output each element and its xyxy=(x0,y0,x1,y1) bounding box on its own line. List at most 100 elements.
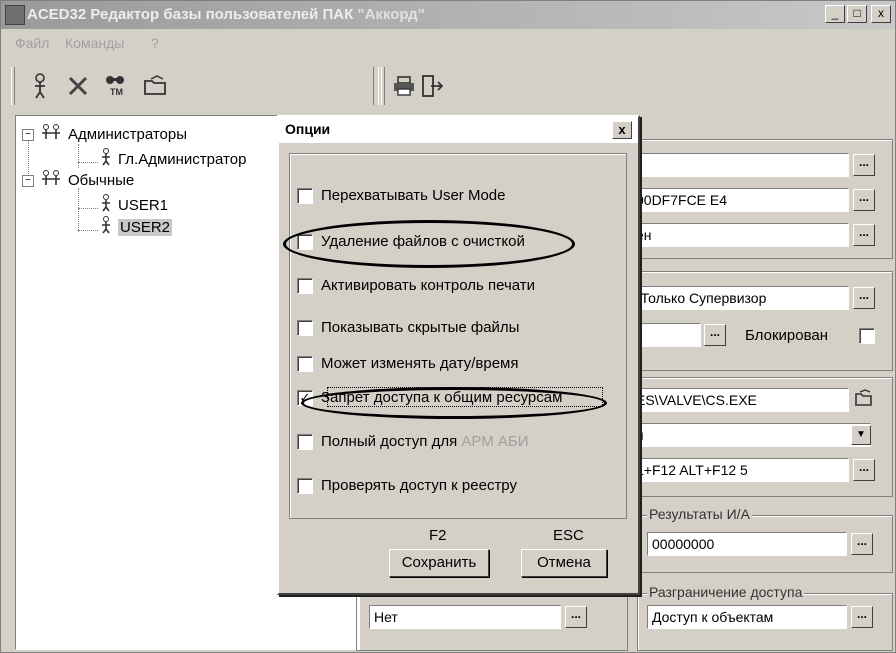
tree-connector xyxy=(78,144,79,168)
field-results[interactable]: 00000000 xyxy=(647,532,847,556)
options-dialog: Опции x Перехватывать User Mode Удаление… xyxy=(277,115,640,595)
options-group xyxy=(289,153,627,519)
field-hotkeys[interactable]: L+F12 ALT+F12 5 xyxy=(631,458,849,482)
option-print-control[interactable]: Активировать контроль печати xyxy=(297,277,535,294)
option-checkbox[interactable] xyxy=(297,355,313,372)
toolbar: TM xyxy=(11,61,895,111)
results-browse-button[interactable]: ... xyxy=(851,533,873,555)
option-label: Активировать контроль печати xyxy=(321,277,536,294)
collapse-icon[interactable]: − xyxy=(22,128,34,141)
title-bar[interactable]: ACED32 Редактор базы пользователей ПАК "… xyxy=(1,1,895,29)
user-icon xyxy=(100,216,112,239)
user-name-browse-button[interactable]: ... xyxy=(853,154,875,176)
main-window: ACED32 Редактор базы пользователей ПАК "… xyxy=(0,0,896,653)
field-supervisor[interactable]: -Только Супервизор xyxy=(631,286,849,310)
title-prefix: ACED32 Редактор базы пользователей ПАК xyxy=(27,6,358,23)
option-label: Удаление файлов с очисткой xyxy=(321,233,525,250)
tree-connector xyxy=(78,162,98,163)
menu-help[interactable]: ? xyxy=(151,35,159,51)
menu-file[interactable]: Файл xyxy=(15,35,49,51)
tree-connector xyxy=(78,230,98,231)
hotkeys-browse-button[interactable]: ... xyxy=(853,459,875,481)
field-bottom-left[interactable]: Нет xyxy=(369,605,561,629)
supervisor-browse-button[interactable]: ... xyxy=(853,287,875,309)
group-icon xyxy=(40,170,62,191)
field-shell-path[interactable]: ES\VALVE\CS.EXE xyxy=(631,388,849,412)
option-full-access-arm[interactable]: Полный доступ для АРМ АБИ xyxy=(297,433,529,450)
option-checkbox[interactable] xyxy=(297,233,313,250)
exit-icon[interactable] xyxy=(415,69,449,103)
app-icon xyxy=(5,5,25,25)
toolbar-grip xyxy=(11,67,15,105)
save-button[interactable]: Сохранить xyxy=(389,549,489,577)
option-checkbox-checked[interactable]: ✓ xyxy=(297,389,313,406)
option-checkbox[interactable] xyxy=(297,319,313,336)
blocked-checkbox[interactable] xyxy=(859,328,875,344)
field-schedule[interactable] xyxy=(631,323,701,347)
open-folder-icon[interactable] xyxy=(139,69,173,103)
option-label: Запрет доступа к общим ресурсам xyxy=(321,389,563,406)
option-label: Полный доступ для АРМ АБИ xyxy=(321,433,529,450)
cancel-button[interactable]: Отмена xyxy=(521,549,607,577)
toolbar-grip-2 xyxy=(381,67,385,105)
identifier-browse-button[interactable]: ... xyxy=(853,189,875,211)
group-icon xyxy=(40,124,62,145)
option-checkbox[interactable] xyxy=(297,477,313,494)
window-title: ACED32 Редактор базы пользователей ПАК "… xyxy=(27,6,425,23)
field-identifier[interactable]: 00DF7FCE E4 xyxy=(631,188,849,212)
option-show-hidden-files[interactable]: Показывать скрытые файлы xyxy=(297,319,519,336)
find-icon[interactable]: TM xyxy=(99,69,133,103)
find-icon-tm: TM xyxy=(110,87,123,97)
dialog-close-button[interactable]: x xyxy=(612,121,632,139)
dialog-title-bar[interactable]: Опции x xyxy=(279,117,638,143)
tree-item-label: Обычные xyxy=(68,172,135,189)
option-checkbox[interactable] xyxy=(297,187,313,204)
dialog-title: Опции xyxy=(285,121,331,137)
open-folder-icon[interactable] xyxy=(853,389,875,411)
option-label-dim: АРМ АБИ xyxy=(461,433,529,450)
add-user-icon[interactable] xyxy=(23,69,57,103)
tree-item-label: USER2 xyxy=(118,219,173,236)
close-button[interactable]: x xyxy=(871,5,891,23)
field-access-control[interactable]: Доступ к объектам xyxy=(647,605,847,629)
tree-item-user1[interactable]: USER1 xyxy=(100,194,168,217)
tree-item-chief-admin[interactable]: Гл.Администратор xyxy=(100,148,246,171)
option-registry-access[interactable]: Проверять доступ к реестру xyxy=(297,477,517,494)
tree-connector xyxy=(78,188,79,232)
field-password[interactable]: ен xyxy=(631,223,849,247)
option-label: Проверять доступ к реестру xyxy=(321,477,517,494)
password-browse-button[interactable]: ... xyxy=(853,224,875,246)
tree-item-admins[interactable]: − Администраторы xyxy=(22,124,187,145)
tree-item-regular[interactable]: − Обычные xyxy=(22,170,134,191)
chevron-down-icon[interactable]: ▼ xyxy=(851,425,871,445)
option-secure-delete[interactable]: Удаление файлов с очисткой xyxy=(297,233,525,250)
option-checkbox[interactable] xyxy=(297,277,313,294)
option-label: Перехватывать User Mode xyxy=(321,187,506,204)
field-mode-select[interactable]: я xyxy=(631,423,871,447)
option-label: Может изменять дату/время xyxy=(321,355,519,372)
access-browse-button[interactable]: ... xyxy=(851,606,873,628)
collapse-icon[interactable]: − xyxy=(22,174,34,187)
tree-connector xyxy=(78,208,98,209)
bottom-left-browse-button[interactable]: ... xyxy=(565,606,587,628)
option-deny-shared-resources[interactable]: ✓ Запрет доступа к общим ресурсам xyxy=(297,389,585,406)
user-icon xyxy=(100,148,112,171)
minimize-button[interactable]: _ xyxy=(825,5,845,23)
cancel-hotkey-label: ESC xyxy=(553,527,584,544)
tree-item-label: Гл.Администратор xyxy=(118,151,247,168)
option-change-datetime[interactable]: Может изменять дату/время xyxy=(297,355,518,372)
schedule-browse-button[interactable]: ... xyxy=(704,324,726,346)
title-quoted: "Аккорд" xyxy=(357,6,425,23)
delete-icon[interactable] xyxy=(61,69,95,103)
menu-commands[interactable]: Команды xyxy=(65,35,124,51)
maximize-button[interactable]: □ xyxy=(847,5,867,23)
field-user-name[interactable] xyxy=(631,153,849,177)
blocked-label: Блокирован xyxy=(745,327,828,344)
option-intercept-user-mode[interactable]: Перехватывать User Mode xyxy=(297,187,505,204)
toolbar-separator xyxy=(373,67,379,105)
tree-item-label: USER1 xyxy=(118,197,169,214)
tree-item-user2[interactable]: USER2 xyxy=(100,216,173,239)
option-checkbox[interactable] xyxy=(297,433,313,450)
tree-item-label: Администраторы xyxy=(68,126,188,143)
results-label: Результаты И/А xyxy=(647,506,752,522)
